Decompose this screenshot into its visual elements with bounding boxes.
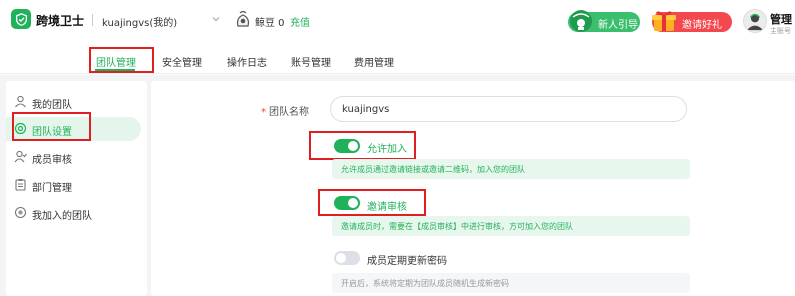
shield-logo-icon (11, 9, 31, 29)
gift-icon (652, 11, 676, 31)
highlight-box-tab (89, 47, 154, 73)
divider (92, 14, 93, 26)
new-user-guide-button[interactable]: 新人引导 (568, 10, 640, 32)
sidebar-item-member-review[interactable]: 成员审核 (6, 145, 141, 169)
tab-account-management[interactable]: 账号管理 (291, 54, 331, 69)
highlight-box-allow-join (309, 131, 416, 160)
sidebar-item-department-management[interactable]: 部门管理 (6, 173, 141, 197)
user-check-icon (14, 150, 27, 163)
recharge-link[interactable]: 充值 (290, 14, 310, 29)
highlight-box-invite-review (318, 189, 426, 216)
avatar[interactable] (743, 9, 767, 33)
chevron-down-icon[interactable] (211, 15, 221, 23)
invite-gift-button[interactable]: 邀请好礼 (652, 11, 732, 32)
password-rotation-label: 成员定期更新密码 (367, 256, 447, 267)
sidebar-item-my-team[interactable]: 我的团队 (6, 90, 141, 114)
top-bar: 跨境卫士 kuajingvs(我的) 鲸豆 0 充值 新人引导 邀请好礼 管理 … (0, 0, 795, 44)
sidebar-item-label: 部门管理 (32, 183, 72, 194)
required-marker: * (261, 107, 266, 118)
joined-team-icon (14, 206, 27, 219)
sidebar-item-label: 我加入的团队 (32, 211, 92, 222)
user-subtitle: 主账号 (770, 27, 791, 35)
highlight-box-sidebar (12, 112, 91, 141)
sidebar-item-joined-teams[interactable]: 我加入的团队 (6, 201, 141, 225)
bean-bag-icon (236, 10, 250, 27)
password-rotation-toggle[interactable] (334, 251, 360, 265)
invite-label: 邀请好礼 (682, 20, 722, 31)
user-role: 管理 (770, 13, 792, 26)
user-avatar-icon (746, 13, 764, 31)
tab-operation-log[interactable]: 操作日志 (227, 54, 267, 69)
tab-billing-management[interactable]: 费用管理 (354, 54, 394, 69)
guide-label: 新人引导 (598, 20, 638, 31)
sidebar-item-label: 成员审核 (32, 155, 72, 166)
account-selector[interactable]: kuajingvs(我的) (102, 14, 177, 29)
clipboard-icon (15, 179, 26, 191)
tab-security-management[interactable]: 安全管理 (162, 54, 202, 69)
invite-review-hint: 邀请成员时，需要在【成员审核】中进行审核，方可加入您的团队 (332, 216, 690, 236)
team-icon (15, 95, 26, 108)
team-name-input[interactable] (330, 96, 687, 122)
allow-join-hint: 允许成员通过邀请链接或邀请二维码，加入您的团队 (332, 159, 690, 179)
team-name-label: * 团队名称 (261, 107, 309, 118)
app-name: 跨境卫士 (36, 14, 85, 28)
bean-balance: 鲸豆 0 (255, 18, 285, 29)
newbie-guide-icon (570, 10, 592, 32)
password-rotation-hint: 开启后，系统将定期为团队成员随机生成新密码 (332, 273, 690, 293)
sidebar-item-label: 我的团队 (32, 100, 72, 111)
